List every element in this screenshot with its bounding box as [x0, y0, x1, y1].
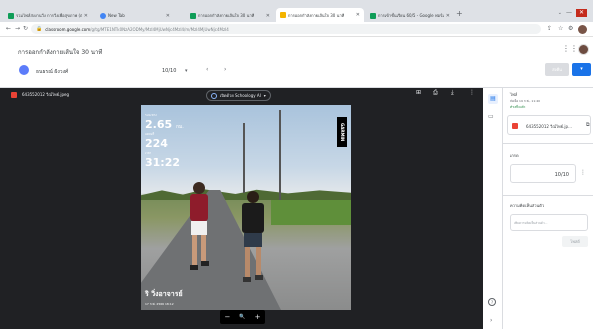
zoom-in-button[interactable]: + [255, 313, 261, 321]
add-to-drive-icon[interactable]: ⊞ [416, 90, 421, 96]
tab-close-icon[interactable]: ✕ [266, 13, 270, 19]
chevron-down-icon: ▾ [263, 93, 266, 98]
divider [503, 143, 593, 144]
browser-toolbar: ← → ↻ 🔒 classroom.google.com/g/tg/MTE1NT… [0, 22, 593, 37]
bookmark-star-icon[interactable]: ☆ [558, 26, 563, 32]
close-window-button[interactable]: ✕ [576, 9, 587, 17]
tab-close-icon[interactable]: ✕ [356, 12, 360, 18]
browser-tab-0[interactable]: รวมไฟล์ส่งงานวิ่ง การวิ่งเพื่อสุขภาพ (ตอ… [4, 9, 92, 22]
submission-time: ส่งเมื่อ 19 ก.พ., 11:40 [510, 99, 541, 103]
previous-student-icon[interactable]: ‹ [206, 67, 208, 73]
chrome-favicon-icon [100, 12, 106, 19]
attachment-card[interactable]: 643552012 วีณ์ไทย์.jp... ⧉ [507, 115, 591, 135]
next-student-icon[interactable]: › [224, 67, 226, 73]
student-name[interactable]: ธนธรณ์ ฝังวงศ์ [36, 68, 68, 76]
window-controls: ⌄ — ✕ [558, 9, 587, 17]
back-icon[interactable]: ← [6, 26, 11, 32]
photo-caption-date: 17 ก.พ. 2566 18:12 [145, 302, 174, 306]
open-in-new-icon[interactable]: ⧉ [586, 122, 590, 128]
post-comment-button[interactable]: โพสต์ [562, 236, 588, 247]
grade-input[interactable]: 10/10 [510, 164, 576, 183]
tab-title: New Tab [108, 13, 125, 18]
share-icon[interactable]: ⇪ [547, 26, 552, 32]
power-pole [279, 110, 281, 200]
image-file-icon [512, 123, 518, 129]
side-icon-strip: ▤ ▭ ? › [483, 88, 503, 329]
zoom-icon[interactable]: 🔍 [239, 314, 245, 320]
open-with-label: เปิดด้วย Schoology AI [220, 93, 261, 98]
grade-more-icon[interactable]: ⋮ [580, 170, 586, 176]
forms-favicon-icon [370, 12, 376, 19]
file-info-icon[interactable]: ▤ [488, 94, 498, 104]
tab-title: การเข้าชั้นเรียน 60/5 - Google ฟอร์ม [378, 13, 444, 18]
header-grade-value[interactable]: 10/10 [162, 68, 176, 74]
account-avatar[interactable] [578, 44, 589, 55]
files-header: ไฟล์ [510, 92, 518, 97]
grade-value: 10/10 [554, 172, 569, 178]
tab-title: การออกกำลังกายเส้นใจ 30 นาที [288, 12, 345, 18]
tab-close-icon[interactable]: ✕ [446, 13, 450, 19]
url-text: classroom.google.com/g/tg/MTE1NTk0NzA2OD… [45, 26, 229, 32]
open-with-button[interactable]: เปิดด้วย Schoology AI ▾ [206, 90, 271, 101]
runner-black-shirt [242, 191, 264, 282]
browser-profile-avatar[interactable] [578, 25, 587, 34]
tab-close-icon[interactable]: ✕ [166, 13, 170, 19]
stat-calories: แคลอรี่ 224 [145, 132, 168, 150]
download-icon[interactable]: ⤓ [451, 90, 454, 96]
private-comment-input[interactable]: เพิ่มความคิดเห็นส่วนตัว... [510, 214, 588, 231]
google-apps-icon[interactable]: ⋮⋮ [562, 45, 578, 53]
classroom-favicon-icon [280, 12, 286, 18]
schoology-icon [211, 92, 217, 99]
return-button[interactable]: ส่งคืน [545, 63, 569, 76]
lock-icon[interactable]: 🔒 [36, 26, 42, 32]
stat-time: เวลา 31:22 [145, 151, 181, 169]
stat-distance: ระยะทาง 2.65 กม. [145, 113, 184, 131]
student-dropdown-icon[interactable]: ▾ [185, 68, 188, 74]
new-tab-button[interactable]: + [456, 10, 463, 18]
print-icon[interactable]: ⎙ [433, 90, 438, 96]
viewer-file-name: 643552012 วีณ์ไทย์.jpeg [22, 92, 70, 97]
zoom-controls: − 🔍 + [220, 310, 265, 324]
divider [503, 195, 593, 196]
extensions-icon[interactable]: ⚙ [568, 26, 573, 32]
attachment-name: 643552012 วีณ์ไทย์.jp... [526, 124, 572, 129]
assignment-title: การออกกำลังกายเส้นใจ 30 นาที [18, 49, 103, 56]
minimize-button[interactable]: — [564, 10, 574, 16]
tab-close-icon[interactable]: ✕ [84, 13, 88, 19]
private-comment-label: ความคิดเห็นส่วนตัว [510, 203, 545, 208]
return-dropdown-button[interactable]: ▾ [572, 63, 591, 76]
green-field [271, 200, 351, 225]
forward-icon[interactable]: → [15, 26, 20, 32]
grading-side-panel: ไฟล์ ส่งเมื่อ 19 ก.พ., 11:40 ทำเสร็จแล้ว… [503, 88, 593, 329]
power-pole [243, 123, 245, 193]
running-photo: ระยะทาง 2.65 กม. แคลอรี่ 224 เวลา 31:22 … [141, 105, 351, 310]
comment-icon[interactable]: ▭ [488, 113, 494, 120]
reload-icon[interactable]: ↻ [23, 26, 28, 32]
turned-in-status: ทำเสร็จแล้ว [510, 105, 526, 109]
classroom-favicon-icon [190, 12, 196, 19]
browser-tab-1[interactable]: New Tab ✕ [96, 9, 174, 22]
grade-label: เกรด [510, 153, 519, 158]
more-options-icon[interactable]: ⋮ [469, 90, 475, 96]
tab-title: รวมไฟล์ส่งงานวิ่ง การวิ่งเพื่อสุขภาพ (ตอ… [16, 13, 82, 18]
garmin-logo: GARMIN [337, 117, 347, 147]
help-icon[interactable]: ? [488, 298, 496, 306]
address-bar[interactable]: 🔒 classroom.google.com/g/tg/MTE1NTk0NzA2… [31, 24, 541, 34]
student-avatar [19, 65, 29, 75]
browser-tab-3-active[interactable]: การออกกำลังกายเส้นใจ 30 นาที ✕ [276, 8, 364, 22]
browser-tab-2[interactable]: การออกกำลังกายเส้นใจ 30 นาที ✕ [186, 9, 274, 22]
grading-header: การออกกำลังกายเส้นใจ 30 นาที ⋮⋮ ธนธรณ์ ฝ… [0, 38, 593, 88]
photo-caption: ริ วิ่งอาจารย์ [145, 290, 183, 298]
runner-red-shirt [190, 182, 209, 270]
tab-search-icon[interactable]: ⌄ [558, 10, 562, 16]
browser-tab-4[interactable]: การเข้าชั้นเรียน 60/5 - Google ฟอร์ม ✕ [366, 9, 454, 22]
tab-title: การออกกำลังกายเส้นใจ 30 นาที [198, 13, 255, 18]
sheets-favicon-icon [8, 12, 14, 19]
browser-tab-strip: รวมไฟล์ส่งงานวิ่ง การวิ่งเพื่อสุขภาพ (ตอ… [0, 0, 593, 22]
expand-panel-icon[interactable]: › [490, 317, 492, 324]
image-file-icon [11, 92, 17, 98]
zoom-out-button[interactable]: − [225, 313, 231, 321]
